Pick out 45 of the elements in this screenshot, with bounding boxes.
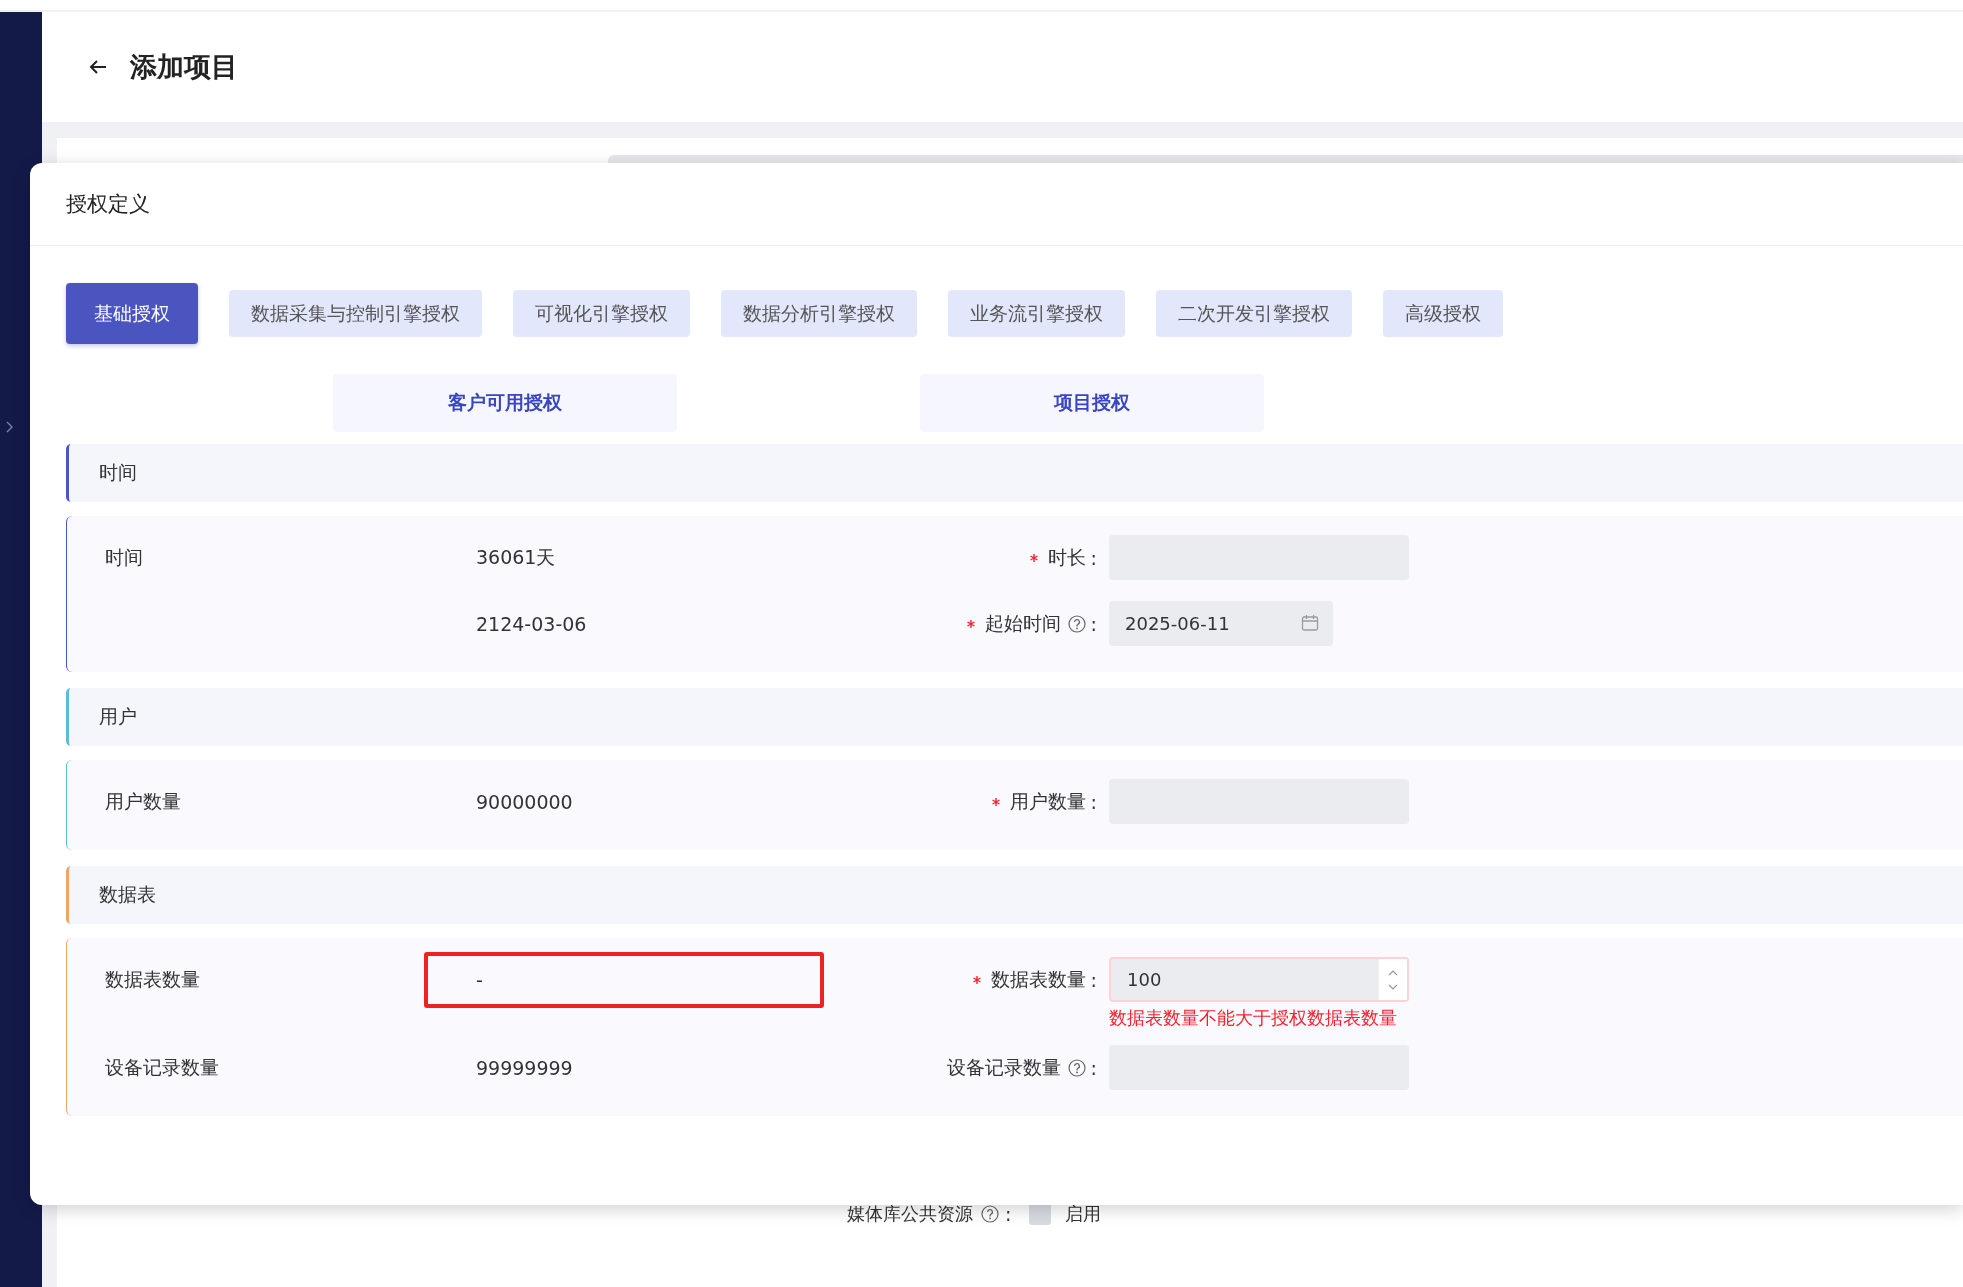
- date-field[interactable]: 2025-06-11: [1109, 601, 1333, 646]
- field-label: 用户数量: [1009, 789, 1086, 814]
- calendar-icon: [1301, 614, 1319, 632]
- sub-tab[interactable]: 客户可用授权: [333, 374, 677, 432]
- field-label: 媒体库公共资源: [847, 1202, 973, 1226]
- dialog-title: 授权定义: [66, 191, 150, 218]
- info-value: 2124-03-06: [476, 613, 587, 635]
- checkbox[interactable]: [1029, 1203, 1052, 1225]
- section-title: 数据表: [99, 882, 156, 907]
- info-value: 36061天: [476, 545, 556, 570]
- tab[interactable]: 可视化引擎授权: [513, 290, 690, 337]
- tab[interactable]: 业务流引擎授权: [948, 290, 1125, 337]
- field-label: 时长: [1047, 545, 1086, 570]
- info-label: 设备记录数量: [105, 1055, 219, 1080]
- info-label: 数据表数量: [105, 967, 200, 992]
- colon: :: [1090, 1057, 1097, 1079]
- error-message: 数据表数量不能大于授权数据表数量: [1109, 1006, 1398, 1030]
- sub-tab[interactable]: 项目授权: [920, 374, 1264, 432]
- spinner[interactable]: [1378, 959, 1407, 1000]
- chevron-down-icon: [1388, 983, 1398, 991]
- tab[interactable]: 数据采集与控制引擎授权: [229, 290, 482, 337]
- colon: :: [1090, 969, 1097, 991]
- section-title: 时间: [99, 460, 137, 485]
- page-title: 添加项目: [130, 50, 238, 84]
- colon: :: [1090, 613, 1097, 635]
- info-label: 用户数量: [105, 789, 181, 814]
- colon: :: [1005, 1203, 1012, 1225]
- field-label: 起始时间: [984, 611, 1061, 636]
- tab[interactable]: 二次开发引擎授权: [1156, 290, 1352, 337]
- chevron-icon[interactable]: [6, 421, 14, 433]
- section-title: 用户: [99, 704, 137, 729]
- info-value: 90000000: [476, 791, 573, 813]
- field-label: 设备记录数量: [946, 1055, 1061, 1080]
- chevron-up-icon: [1388, 968, 1398, 976]
- colon: :: [1090, 791, 1097, 813]
- info-value: -: [476, 969, 483, 991]
- number-field[interactable]: 100: [1109, 957, 1409, 1002]
- field-label: 数据表数量: [990, 967, 1086, 992]
- tab[interactable]: 基础授权: [66, 283, 198, 344]
- info-label: 时间: [105, 545, 143, 570]
- colon: :: [1090, 547, 1097, 569]
- tab[interactable]: 数据分析引擎授权: [721, 290, 917, 337]
- tab[interactable]: 高级授权: [1383, 290, 1503, 337]
- info-value: 99999999: [476, 1057, 573, 1079]
- checkbox-label: 启用: [1065, 1202, 1102, 1226]
